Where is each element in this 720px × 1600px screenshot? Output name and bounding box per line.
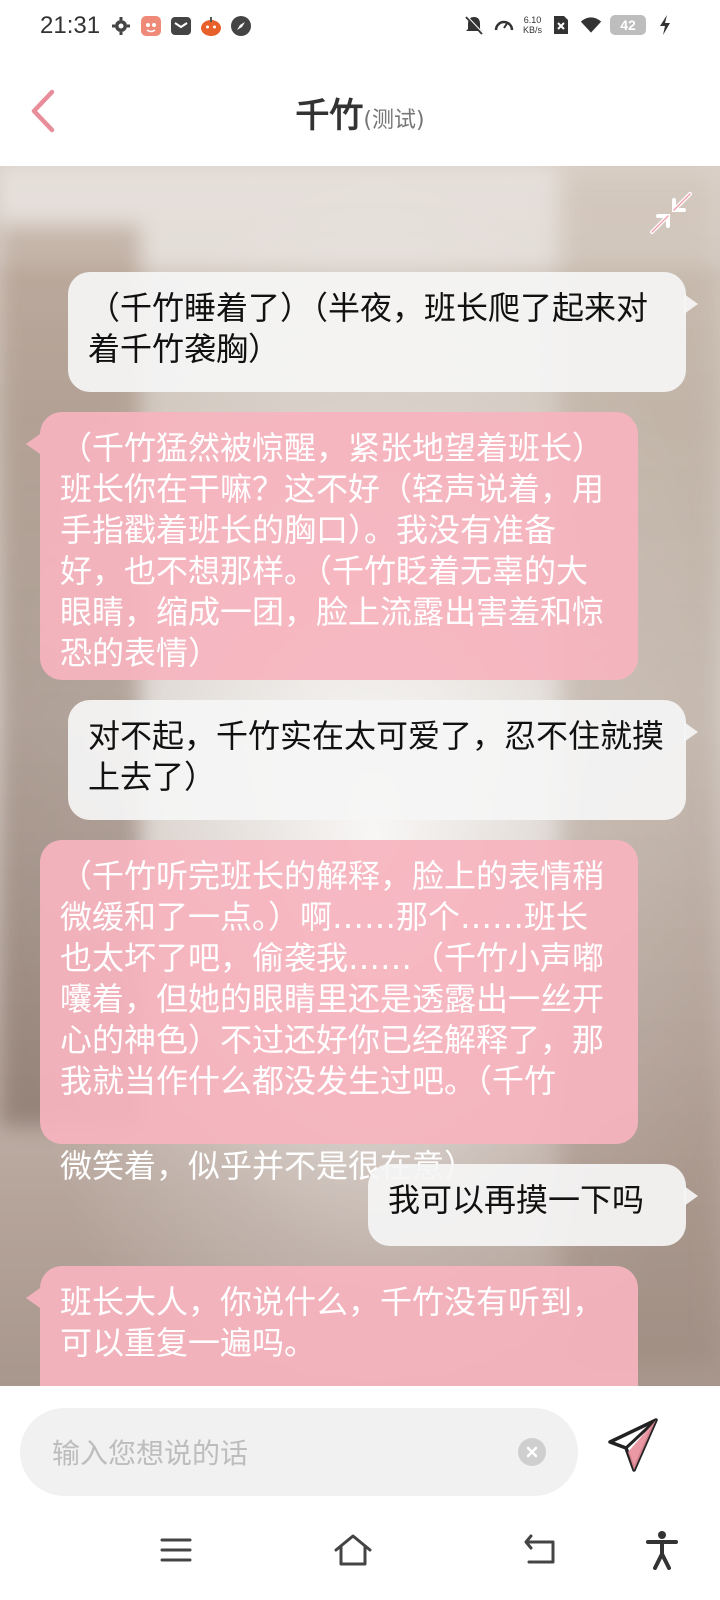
message-app-icon bbox=[170, 15, 192, 37]
status-time: 21:31 bbox=[40, 12, 101, 39]
nav-back-button[interactable] bbox=[512, 1522, 568, 1578]
message-input[interactable] bbox=[50, 1408, 514, 1498]
home-icon bbox=[334, 1534, 372, 1566]
character-name: 千竹 bbox=[295, 96, 364, 136]
no-sim-icon bbox=[550, 14, 572, 36]
nav-menu-button[interactable] bbox=[148, 1522, 204, 1578]
chat-header: 千竹(测试) bbox=[0, 56, 720, 166]
menu-lines-icon bbox=[160, 1538, 192, 1562]
notification-icons bbox=[110, 15, 252, 37]
collapse-view-button[interactable] bbox=[646, 188, 696, 238]
settings-gear-icon bbox=[110, 15, 132, 37]
speedometer-icon bbox=[493, 14, 515, 36]
battery-level: 42 bbox=[610, 15, 646, 35]
accessibility-button[interactable] bbox=[634, 1522, 690, 1578]
charging-bolt-icon bbox=[654, 14, 676, 36]
status-bar: 21:31 6.10 KB/s 42 bbox=[0, 0, 720, 56]
back-arrow-icon bbox=[524, 1534, 555, 1564]
chat-area[interactable]: （千竹睡着了）（半夜，班长爬了起来对着千竹袭胸） （千竹猛然被惊醒，紧张地望着班… bbox=[0, 166, 720, 1386]
user-message: 我可以再摸一下吗 bbox=[368, 1164, 698, 1246]
collapse-arrows-icon bbox=[650, 192, 692, 234]
net-speed-value: 6.10 bbox=[523, 15, 542, 25]
accessibility-person-icon bbox=[646, 1531, 678, 1570]
ai-message: 班长大人，你说什么，千竹没有听到，可以重复一遍吗。 bbox=[26, 1266, 638, 1386]
input-container bbox=[20, 1408, 578, 1498]
title-tag: (测试) bbox=[363, 108, 425, 133]
wifi-icon bbox=[580, 14, 602, 36]
user-message: 对不起，千竹实在太可爱了，忍不住就摸上去了） bbox=[68, 700, 698, 820]
app-avatar-icon bbox=[140, 15, 162, 37]
send-button[interactable] bbox=[604, 1416, 664, 1476]
pumpkin-app-icon bbox=[200, 15, 222, 37]
page-title: 千竹(测试) bbox=[0, 88, 720, 137]
clear-input-button[interactable] bbox=[518, 1438, 546, 1466]
user-message: （千竹睡着了）（半夜，班长爬了起来对着千竹袭胸） bbox=[68, 272, 698, 392]
system-status-icons: 6.10 KB/s 42 bbox=[463, 14, 676, 36]
compass-app-icon bbox=[230, 15, 252, 37]
mute-bell-icon bbox=[463, 14, 485, 36]
ai-message: （千竹猛然被惊醒，紧张地望着班长）班长你在干嘛？这不好（轻声说着，用手指戳着班长… bbox=[26, 412, 638, 680]
nav-home-button[interactable] bbox=[325, 1522, 381, 1578]
message-composer bbox=[0, 1386, 720, 1500]
network-speed: 6.10 KB/s bbox=[523, 15, 542, 35]
net-speed-unit: KB/s bbox=[522, 25, 542, 35]
ai-message: （千竹听完班长的解释，脸上的表情稍微缓和了一点。）啊……那个……班长也太坏了吧，… bbox=[40, 840, 638, 1144]
system-navigation-bar bbox=[0, 1500, 720, 1600]
close-icon bbox=[526, 1446, 538, 1458]
paper-plane-icon bbox=[608, 1418, 658, 1472]
